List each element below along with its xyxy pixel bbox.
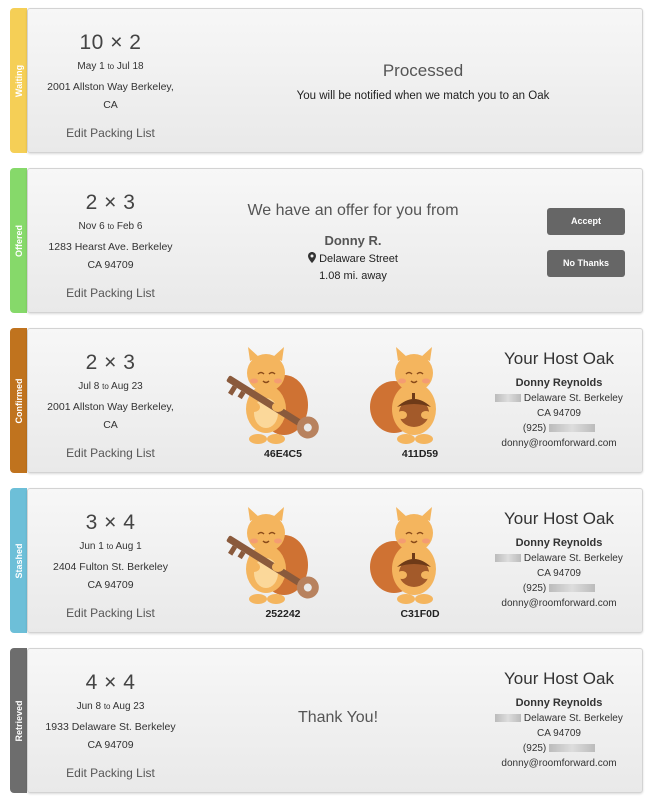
status-message: You will be notified when we match you t… — [296, 90, 550, 102]
host-title: Your Host Oak — [504, 669, 614, 688]
host-info: Your Host Oak Donny Reynolds Delaware St… — [484, 349, 634, 449]
squirrel-acorn-illustration — [366, 505, 456, 610]
request-card-offered: Offered 2 × 3 Nov 6 to Feb 6 1283 Hearst… — [10, 168, 643, 313]
squirrel-key-illustration — [214, 345, 329, 450]
host-email[interactable]: donny@roomforward.com — [484, 438, 634, 449]
host-phone: (925) — [484, 423, 634, 434]
card-panel: 2 × 3 Nov 6 to Feb 6 1283 Hearst Ave. Be… — [27, 168, 643, 313]
date-range: Nov 6 to Feb 6 — [78, 221, 143, 232]
offer-location: Delaware Street — [228, 252, 478, 266]
status-label: Offered — [13, 224, 24, 257]
host-city: CA 94709 — [537, 408, 581, 419]
storage-dimensions: 3 × 4 — [85, 511, 136, 534]
offer-host-name: Donny R. — [324, 233, 382, 248]
host-info: Your Host Oak Donny Reynolds Delaware St… — [484, 509, 634, 609]
squirrel-acorn-illustration — [366, 345, 456, 450]
host-street: Delaware St. Berkeley — [484, 713, 634, 724]
thank-you-message: Thank You! — [297, 709, 379, 726]
address: 2404 Fulton St. Berkeley CA 94709 — [53, 561, 168, 591]
status-tab: Stashed — [10, 488, 27, 633]
status-tab: Offered — [10, 168, 27, 313]
host-name: Donny Reynolds — [515, 697, 603, 709]
host-title: Your Host Oak — [504, 509, 614, 528]
address: 2001 Allston Way Berkeley, CA — [47, 81, 174, 111]
request-card-retrieved: Retrieved 4 × 4 Jun 8 to Aug 23 1933 Del… — [10, 648, 643, 793]
storage-dimensions: 2 × 3 — [85, 351, 136, 374]
request-card-confirmed: Confirmed 2 × 3 Jul 8 to Aug 23 2001 All… — [10, 328, 643, 473]
status-label: Confirmed — [13, 378, 24, 423]
key-code: 252242 — [265, 608, 301, 620]
host-name: Donny Reynolds — [515, 377, 603, 389]
edit-packing-list-link[interactable]: Edit Packing List — [28, 766, 193, 780]
edit-packing-list-link[interactable]: Edit Packing List — [28, 446, 193, 460]
host-email[interactable]: donny@roomforward.com — [484, 758, 634, 769]
address: 2001 Allston Way Berkeley, CA — [47, 401, 174, 431]
status-label: Stashed — [13, 542, 24, 579]
host-name: Donny Reynolds — [515, 537, 603, 549]
edit-packing-list-link[interactable]: Edit Packing List — [28, 606, 193, 620]
accept-button[interactable]: Accept — [547, 208, 625, 235]
offer-title: We have an offer for you from — [247, 202, 459, 219]
edit-packing-list-link[interactable]: Edit Packing List — [28, 286, 193, 300]
storage-dimensions: 10 × 2 — [79, 31, 142, 54]
status-title: Processed — [382, 61, 464, 80]
card-panel: 10 × 2 May 1 to Jul 18 2001 Allston Way … — [27, 8, 643, 153]
request-card-stashed: Stashed 3 × 4 Jun 1 to Aug 1 2404 Fulton… — [10, 488, 643, 633]
request-card-waiting: Waiting 10 × 2 May 1 to Jul 18 2001 Alls… — [10, 8, 643, 153]
status-tab: Waiting — [10, 8, 27, 153]
host-info: Your Host Oak Donny Reynolds Delaware St… — [484, 669, 634, 769]
host-phone: (925) — [484, 583, 634, 594]
status-tab: Confirmed — [10, 328, 27, 473]
status-label: Retrieved — [13, 699, 24, 742]
host-city: CA 94709 — [537, 568, 581, 579]
date-range: Jul 8 to Aug 23 — [78, 381, 143, 392]
squirrel-key-illustration — [214, 505, 329, 610]
acorn-code: 411D59 — [401, 448, 439, 460]
host-street: Delaware St. Berkeley — [484, 553, 634, 564]
date-range: May 1 to Jul 18 — [77, 61, 144, 72]
no-thanks-button[interactable]: No Thanks — [547, 250, 625, 277]
address: 1933 Delaware St. Berkeley CA 94709 — [45, 721, 176, 751]
address: 1283 Hearst Ave. Berkeley CA 94709 — [48, 241, 173, 271]
card-panel: 2 × 3 Jul 8 to Aug 23 2001 Allston Way B… — [27, 328, 643, 473]
host-street: Delaware St. Berkeley — [484, 393, 634, 404]
key-code: 46E4C5 — [264, 448, 302, 460]
map-pin-icon — [308, 252, 317, 266]
offer-distance: 1.08 mi. away — [319, 270, 387, 282]
host-title: Your Host Oak — [504, 349, 614, 368]
storage-dimensions: 4 × 4 — [85, 671, 136, 694]
host-city: CA 94709 — [537, 728, 581, 739]
host-email[interactable]: donny@roomforward.com — [484, 598, 634, 609]
status-tab: Retrieved — [10, 648, 27, 793]
acorn-code: C31F0D — [400, 608, 440, 620]
date-range: Jun 1 to Aug 1 — [79, 541, 142, 552]
card-panel: 3 × 4 Jun 1 to Aug 1 2404 Fulton St. Ber… — [27, 488, 643, 633]
host-phone: (925) — [484, 743, 634, 754]
storage-dimensions: 2 × 3 — [85, 191, 136, 214]
status-label: Waiting — [13, 64, 24, 97]
edit-packing-list-link[interactable]: Edit Packing List — [28, 126, 193, 140]
date-range: Jun 8 to Aug 23 — [76, 701, 145, 712]
card-panel: 4 × 4 Jun 8 to Aug 23 1933 Delaware St. … — [27, 648, 643, 793]
